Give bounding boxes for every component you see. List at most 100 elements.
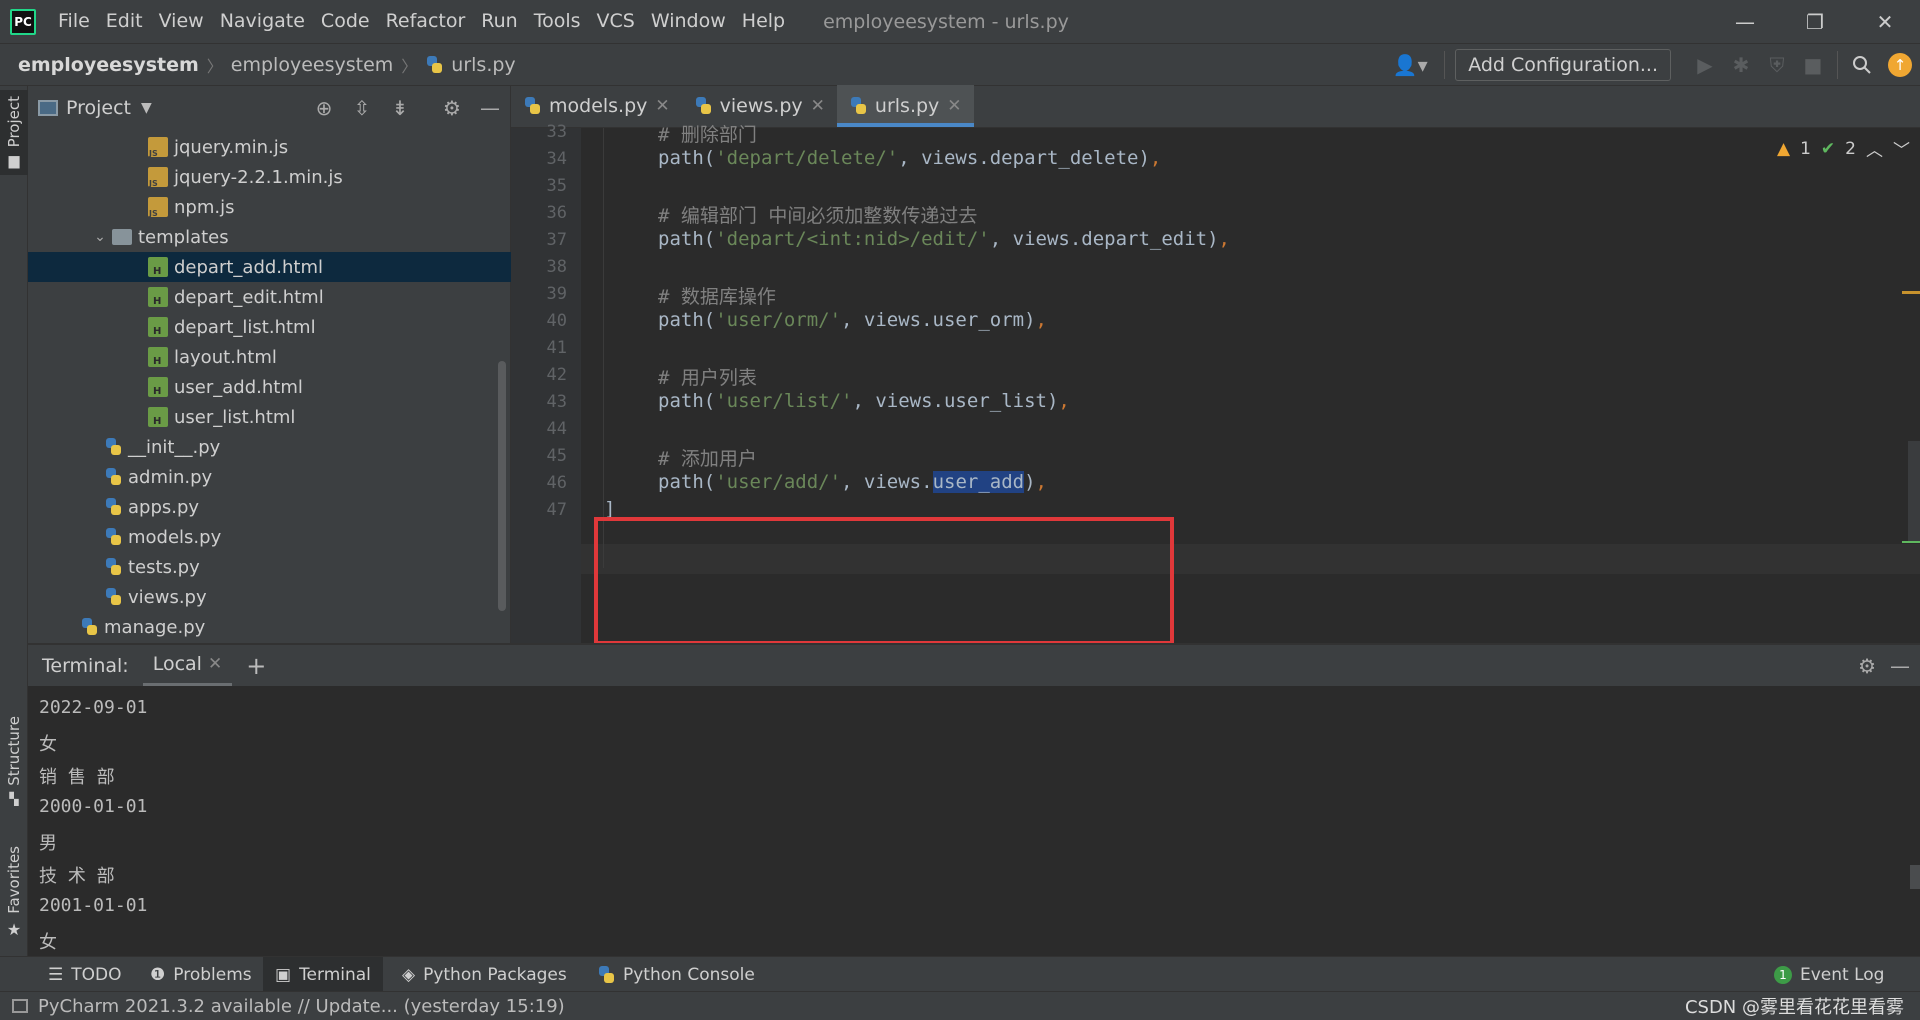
gear-icon[interactable]: ⚙: [1858, 654, 1876, 678]
close-icon[interactable]: ✕: [811, 96, 825, 116]
status-message[interactable]: PyCharm 2021.3.2 available // Update... …: [38, 996, 565, 1017]
problems-tab[interactable]: ❶ Problems: [138, 957, 264, 992]
breadcrumb-file[interactable]: urls.py: [451, 54, 515, 76]
python-packages-tab[interactable]: ◈ Python Packages: [390, 957, 579, 992]
menu-run[interactable]: Run: [473, 0, 525, 43]
pycharm-logo-icon: PC: [10, 8, 36, 35]
breadcrumb-project[interactable]: employeesystem: [18, 54, 199, 76]
terminal-tab-local[interactable]: Local ✕: [142, 645, 233, 686]
menu-tools[interactable]: Tools: [526, 0, 589, 43]
tree-item[interactable]: views.py: [28, 582, 511, 612]
html-file-icon: [148, 287, 168, 307]
code-line: # 用户列表: [658, 363, 757, 390]
tree-item[interactable]: ⌄ templates: [28, 222, 511, 252]
add-configuration-button[interactable]: Add Configuration...: [1455, 49, 1671, 81]
menu-vcs[interactable]: VCS: [589, 0, 643, 43]
hide-panel-icon[interactable]: —: [472, 86, 508, 129]
stop-icon[interactable]: ■: [1795, 44, 1831, 86]
line-number: 40: [546, 311, 567, 331]
toolbar-divider: [1837, 51, 1838, 79]
close-icon[interactable]: ✕: [947, 96, 961, 116]
tree-item[interactable]: depart_list.html: [28, 312, 511, 342]
code-token: , views.user_orm): [841, 309, 1036, 331]
terminal-scrollbar[interactable]: [1910, 865, 1920, 889]
favorites-tool-tab[interactable]: Favorites ★: [0, 846, 28, 939]
chevron-down-icon[interactable]: ⌄: [92, 229, 108, 245]
user-icon[interactable]: 👤▾: [1386, 44, 1434, 86]
code-token: path(: [658, 309, 716, 331]
change-stripe-marker[interactable]: [1902, 541, 1920, 543]
coverage-icon[interactable]: ⛨: [1759, 44, 1795, 86]
navigation-bar: employeesystem 〉 employeesystem 〉 urls.p…: [0, 43, 1920, 86]
warning-stripe-marker[interactable]: [1902, 291, 1920, 294]
menu-edit[interactable]: Edit: [98, 0, 151, 43]
check-icon: ✔: [1820, 138, 1836, 159]
minimize-button[interactable]: —: [1715, 0, 1775, 43]
tab-models-py[interactable]: models.py ✕: [511, 85, 682, 127]
breadcrumb-folder[interactable]: employeesystem: [231, 54, 393, 76]
chevron-down-icon[interactable]: ▼: [141, 100, 152, 116]
debug-icon[interactable]: ✱: [1723, 44, 1759, 86]
code-line: path('depart/delete/', views.depart_dele…: [658, 147, 1161, 169]
code-token: ,: [1035, 309, 1047, 331]
locate-file-icon[interactable]: ⊕: [306, 86, 342, 129]
code-line: path('user/list/', views.user_list),: [658, 390, 1070, 412]
new-terminal-icon[interactable]: +: [246, 652, 266, 680]
line-number: 36: [546, 203, 567, 223]
code-line: path('user/orm/', views.user_orm),: [658, 309, 1047, 331]
search-icon[interactable]: [1844, 44, 1880, 86]
tree-item[interactable]: layout.html: [28, 342, 511, 372]
structure-tool-tab[interactable]: Structure ▚: [0, 716, 28, 806]
tree-item[interactable]: jquery-2.2.1.min.js: [28, 162, 511, 192]
close-icon[interactable]: ✕: [208, 654, 222, 674]
update-available-icon[interactable]: ↑: [1888, 53, 1912, 77]
menu-view[interactable]: View: [151, 0, 212, 43]
collapse-all-icon[interactable]: ⇟: [382, 86, 418, 129]
tree-item[interactable]: tests.py: [28, 552, 511, 582]
python-console-tab[interactable]: Python Console: [585, 957, 767, 992]
tree-item[interactable]: npm.js: [28, 192, 511, 222]
window-icon[interactable]: [12, 999, 28, 1013]
menu-file[interactable]: File: [50, 0, 98, 43]
menu-window[interactable]: Window: [643, 0, 734, 43]
tree-scrollbar[interactable]: [498, 361, 506, 611]
tree-item[interactable]: apps.py: [28, 492, 511, 522]
code-token: 'depart/<int:nid>/edit/': [715, 228, 990, 250]
inspection-widget[interactable]: ▲ 1 ✔ 2 ︿ ﹀: [1777, 136, 1910, 162]
restore-button[interactable]: ❐: [1785, 0, 1845, 43]
code-token: ,: [1058, 390, 1070, 412]
javascript-file-icon: [148, 167, 168, 188]
project-title[interactable]: Project: [66, 97, 131, 119]
tree-item[interactable]: user_add.html: [28, 372, 511, 402]
tree-item[interactable]: __init__.py: [28, 432, 511, 462]
tree-item[interactable]: admin.py: [28, 462, 511, 492]
close-icon[interactable]: ✕: [655, 96, 669, 116]
tree-item[interactable]: depart_edit.html: [28, 282, 511, 312]
menu-refactor[interactable]: Refactor: [378, 0, 474, 43]
event-log-tab[interactable]: 1 Event Log: [1762, 957, 1896, 992]
menu-help[interactable]: Help: [734, 0, 793, 43]
close-button[interactable]: ✕: [1855, 0, 1915, 43]
chevron-up-icon[interactable]: ︿: [1866, 136, 1883, 161]
chevron-down-icon[interactable]: ﹀: [1893, 136, 1910, 161]
tree-item[interactable]: depart_add.html: [28, 252, 511, 282]
gear-icon[interactable]: ⚙: [434, 86, 470, 129]
editor-scrollbar[interactable]: [1908, 441, 1920, 541]
tab-urls-py[interactable]: urls.py ✕: [836, 85, 974, 127]
project-view-icon: [38, 99, 58, 116]
menu-code[interactable]: Code: [313, 0, 378, 43]
hide-panel-icon[interactable]: —: [1890, 654, 1910, 678]
menu-navigate[interactable]: Navigate: [212, 0, 313, 43]
tab-label: views.py: [719, 95, 803, 117]
code-token: ,: [1035, 471, 1047, 493]
tree-item[interactable]: jquery.min.js: [28, 132, 511, 162]
run-icon[interactable]: ▶: [1687, 44, 1723, 86]
tree-item[interactable]: models.py: [28, 522, 511, 552]
terminal-tab[interactable]: ▣ Terminal: [263, 957, 383, 992]
project-tool-tab[interactable]: Project ▆: [0, 90, 28, 176]
tree-item-label: admin.py: [128, 466, 213, 488]
todo-tab[interactable]: ☰ TODO: [36, 957, 134, 992]
tree-item[interactable]: user_list.html: [28, 402, 511, 432]
expand-all-icon[interactable]: ⇳: [344, 86, 380, 129]
tree-item[interactable]: manage.py: [28, 612, 511, 642]
